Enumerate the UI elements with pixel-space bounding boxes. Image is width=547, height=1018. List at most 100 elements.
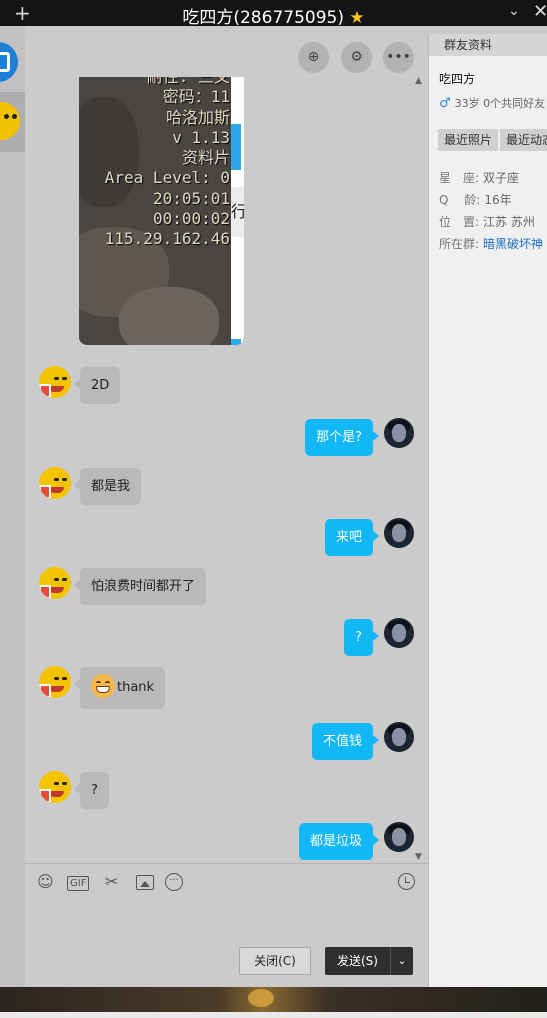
message-image[interactable]: 耐性: 三叉密码：11哈洛加斯v 1.13资料片Area Level: 020:… — [79, 77, 244, 345]
sender-avatar[interactable] — [39, 771, 71, 803]
message-bubble[interactable]: ? — [344, 619, 379, 656]
background-light — [248, 989, 274, 1007]
avatar-eye — [54, 782, 59, 785]
avatar-face — [392, 624, 406, 642]
self-avatar[interactable] — [384, 418, 414, 448]
avatar-face — [392, 828, 406, 846]
add-friend-icon[interactable]: ⊕ — [298, 42, 329, 73]
profile-qage: Q 龄: 16年 — [439, 191, 512, 208]
emoji-mouth — [96, 686, 110, 693]
image-text-line: 115.29.162.46 — [104, 229, 230, 249]
self-avatar[interactable] — [384, 822, 414, 852]
member-profile-panel: 群友资料 吃四方 ♂33岁 0个共同好友 最近照片 最近动态 星 座:双子座 Q… — [428, 34, 547, 987]
group-link[interactable]: 暗黑破坏神 — [483, 237, 543, 251]
message-bubble[interactable]: 怕浪费时间都开了 — [73, 568, 207, 605]
avatar-badge — [39, 684, 51, 698]
image-icon[interactable] — [136, 875, 154, 890]
image-side-strip: 行 — [231, 77, 244, 345]
close-button[interactable]: 关闭(C) — [239, 947, 311, 975]
self-avatar[interactable] — [384, 722, 414, 752]
more-tools-icon[interactable]: ··· — [165, 873, 183, 891]
sender-avatar[interactable] — [39, 666, 71, 698]
desktop-edge — [0, 1012, 547, 1018]
title-bar: + 吃四方(286775095) ★ ⌄ ✕ — [0, 0, 547, 28]
profile-zodiac: 星 座: 双子座 — [439, 169, 519, 186]
input-divider — [25, 863, 427, 864]
strip-block — [231, 124, 241, 170]
chat-header-actions: ⊕ ⚙ ••• — [25, 34, 427, 74]
session-list — [0, 26, 25, 987]
message-bubble[interactable]: 那个是? — [305, 419, 379, 456]
avatar-face — [392, 524, 406, 542]
emoji-eye — [105, 681, 110, 684]
window-title: 吃四方(286775095) ★ — [0, 3, 547, 28]
message-text: 2D — [91, 378, 110, 393]
qage-value: 16年 — [484, 193, 512, 207]
profile-location: 位 置: 江苏 苏州 — [439, 213, 535, 230]
gif-icon[interactable]: GIF — [67, 876, 90, 891]
message-bubble[interactable]: 不值钱 — [311, 723, 380, 760]
sender-avatar[interactable] — [39, 467, 71, 499]
image-text-line: 密码：11 — [162, 87, 230, 107]
avatar-eye — [62, 782, 67, 785]
message-text: 来吧 — [335, 530, 362, 545]
self-avatar[interactable] — [384, 618, 414, 648]
send-options-chevron-icon[interactable]: ⌄ — [390, 947, 413, 975]
avatar-eye — [54, 377, 59, 380]
profile-group: 所在群: 暗黑破坏神 — [439, 235, 543, 252]
scroll-up-arrow-icon[interactable]: ▲ — [415, 76, 422, 86]
message-text: 不值钱 — [322, 734, 362, 749]
message-bubble[interactable]: 2D — [73, 367, 121, 404]
emoji-icon[interactable]: ☺ — [37, 872, 54, 892]
profile-name[interactable]: 吃四方 — [439, 70, 475, 87]
profile-meta: ♂ 33岁 0个共同好友 — [439, 95, 545, 111]
chevron-down-icon[interactable]: ⌄ — [508, 3, 520, 19]
male-icon: ♂ — [439, 96, 451, 111]
image-texture — [119, 287, 219, 345]
tab-recent-activity[interactable]: 最近动态 — [500, 129, 547, 151]
grin-emoji-icon — [91, 674, 115, 698]
message-text: 都是垃圾 — [309, 834, 362, 849]
close-icon[interactable]: ✕ — [533, 1, 547, 22]
emoji-eye — [96, 681, 101, 684]
chat-panel: ⊕ ⚙ ••• 耐性: 三叉密码：11哈洛加斯v 1.13资料片Area Lev… — [25, 34, 427, 987]
image-overlay-text: 耐性: 三叉密码：11哈洛加斯v 1.13资料片Area Level: 020:… — [105, 77, 230, 250]
message-text: ? — [355, 630, 362, 645]
input-toolbar: ☺ GIF ✂ ··· — [25, 872, 427, 896]
image-text-line: Area Level: 0 — [104, 168, 230, 188]
self-avatar[interactable] — [384, 518, 414, 548]
contact-settings-icon[interactable]: ⚙ — [341, 42, 372, 73]
sender-avatar[interactable] — [39, 366, 71, 398]
message-bubble[interactable]: 都是垃圾 — [298, 823, 380, 860]
star-icon: ★ — [349, 8, 365, 28]
location-label: 位 置: — [439, 215, 480, 229]
sender-avatar[interactable] — [39, 567, 71, 599]
avatar-eye — [62, 478, 67, 481]
strip-block — [231, 339, 241, 345]
message-bubble[interactable]: 都是我 — [73, 468, 142, 505]
device-icon — [0, 52, 10, 72]
message-bubble[interactable]: ? — [74, 772, 109, 809]
avatar-eye — [12, 114, 17, 119]
avatar-eye — [54, 578, 59, 581]
more-options-icon[interactable]: ••• — [383, 42, 414, 73]
image-text-line: 哈洛加斯 — [165, 107, 230, 127]
scissors-icon[interactable]: ✂ — [105, 872, 118, 892]
qage-label: Q 龄: — [439, 193, 481, 207]
tab-recent-photos[interactable]: 最近照片 — [438, 129, 499, 151]
avatar-eye — [62, 677, 67, 680]
message-text: thank — [117, 680, 155, 695]
avatar-face — [392, 424, 406, 442]
session-avatar-device[interactable] — [0, 42, 18, 82]
avatar-badge — [39, 384, 51, 398]
group-label: 所在群: — [439, 237, 480, 251]
history-clock-icon[interactable] — [398, 873, 415, 890]
message-bubble[interactable]: 来吧 — [324, 519, 380, 556]
zodiac-value: 双子座 — [483, 171, 520, 185]
scroll-down-arrow-icon[interactable]: ▼ — [415, 852, 422, 862]
message-bubble[interactable]: thank — [73, 667, 166, 709]
avatar-face — [392, 728, 406, 746]
avatar-badge — [39, 789, 51, 803]
send-button[interactable]: 发送(S) — [325, 947, 390, 975]
strip-text: 行 — [231, 187, 244, 237]
